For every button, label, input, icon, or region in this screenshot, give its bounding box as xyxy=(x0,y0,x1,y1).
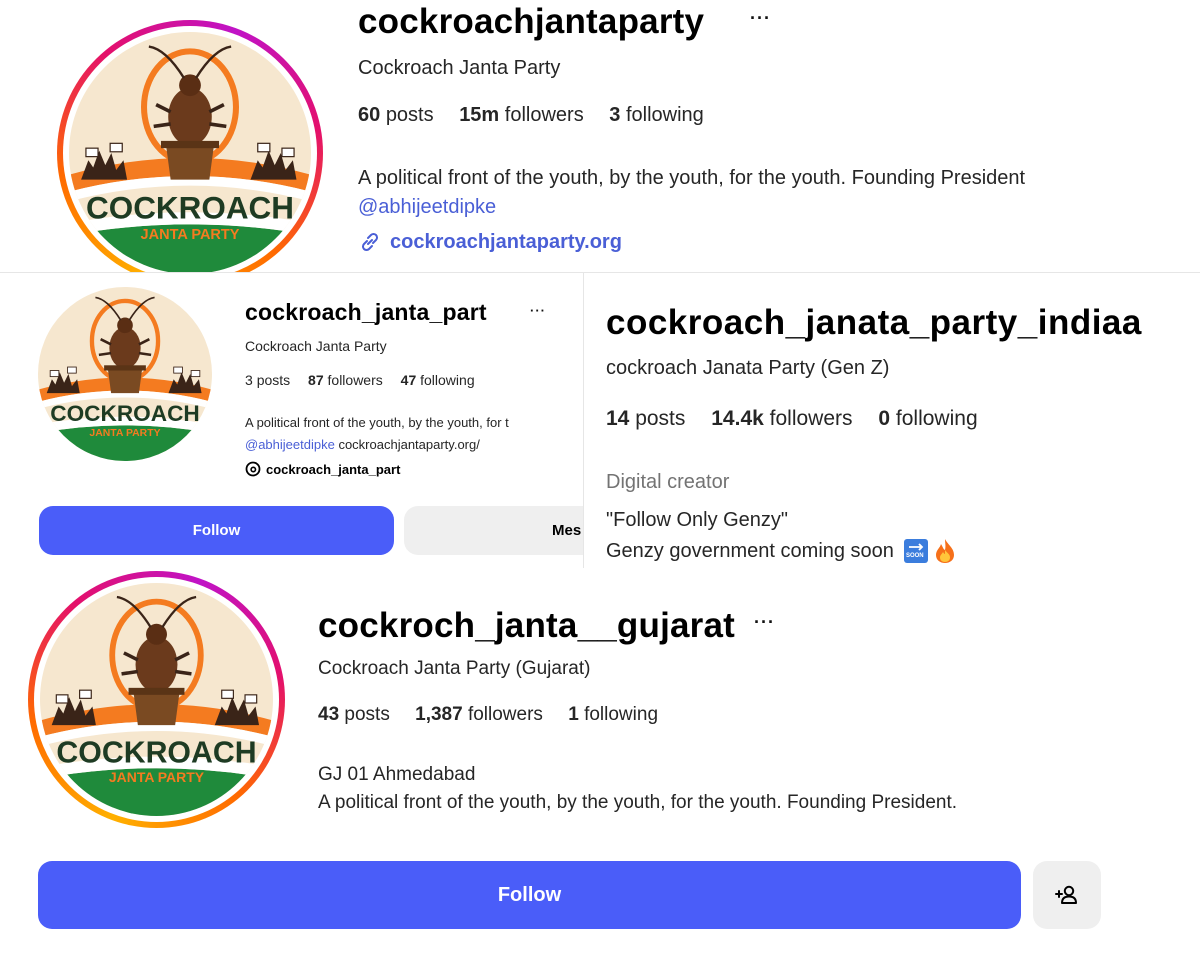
username: cockroach_janta_part xyxy=(245,299,487,325)
follow-button[interactable]: Follow xyxy=(38,861,1021,929)
profile-stats: 3 posts 87 followers 47 following xyxy=(245,372,475,388)
following-stat[interactable]: 47 following xyxy=(401,372,475,388)
followers-stat[interactable]: 14.4k followers xyxy=(711,407,852,430)
bio-line-1: GJ 01 Ahmedabad xyxy=(318,764,476,785)
followers-stat[interactable]: 87 followers xyxy=(308,372,383,388)
soon-arrow-icon: SOON xyxy=(903,539,928,563)
following-stat[interactable]: 3 following xyxy=(609,104,704,126)
logo-subtext: JANTA PARTY xyxy=(141,227,240,243)
profile-card-cockroachjantaparty: COCKROACH JANTA PARTY cockroachjantapart… xyxy=(0,0,1200,272)
bio-website-link[interactable]: cockroachjantaparty.org/ xyxy=(338,437,479,452)
bio-line-1: "Follow Only Genzy" xyxy=(606,509,789,531)
following-stat[interactable]: 0 following xyxy=(878,407,977,430)
logo-text: COCKROACH xyxy=(86,190,294,225)
avatar: COCKROACH JANTA PARTY xyxy=(40,583,273,816)
avatar-story-ring[interactable]: COCKROACH JANTA PARTY xyxy=(28,571,285,828)
logo-text: COCKROACH xyxy=(56,736,256,769)
website-text[interactable]: cockroachjantaparty.org xyxy=(390,231,622,254)
profile-stats: 43 posts 1,387 followers 1 following xyxy=(318,704,658,726)
username: cockroachjantaparty xyxy=(358,2,705,41)
add-person-icon xyxy=(1055,885,1077,904)
threads-handle[interactable]: cockroach_janta_part xyxy=(266,462,400,477)
profile-card-cockroach-janata-party-indiaa: cockroach_janata_party_indiaa cockroach … xyxy=(584,272,1200,568)
website-link[interactable]: cockroachjantaparty.org xyxy=(358,230,622,254)
more-options-icon[interactable]: ··· xyxy=(750,8,771,29)
category-label: Digital creator xyxy=(606,471,730,493)
logo-subtext: JANTA PARTY xyxy=(89,428,160,439)
followers-stat[interactable]: 15m followers xyxy=(459,104,584,126)
posts-stat: 14 posts xyxy=(606,407,686,430)
full-name: cockroach Janata Party (Gen Z) xyxy=(606,357,890,379)
avatar-story-ring[interactable]: COCKROACH JANTA PARTY xyxy=(57,20,323,272)
threads-icon xyxy=(245,461,261,477)
more-options-icon[interactable]: ··· xyxy=(530,303,546,318)
posts-stat: 60 posts xyxy=(358,104,434,126)
logo-subtext: JANTA PARTY xyxy=(109,769,205,785)
logo-text: COCKROACH xyxy=(50,401,199,426)
link-icon xyxy=(361,232,379,252)
more-options-icon[interactable]: ··· xyxy=(754,612,775,633)
fire-icon xyxy=(935,539,954,563)
avatar: COCKROACH JANTA PARTY xyxy=(69,32,311,272)
follow-button[interactable]: Follow xyxy=(39,506,394,555)
profile-card-cockroch-janta-gujarat: COCKROACH JANTA PARTY cockroch_janta__gu… xyxy=(0,568,1200,960)
bio-links-line: @abhijeetdipke cockroachjantaparty.org/ xyxy=(245,437,480,452)
bio-mention-link[interactable]: @abhijeetdipke xyxy=(358,196,496,219)
username: cockroach_janata_party_indiaa xyxy=(606,303,1142,342)
avatar[interactable]: COCKROACH JANTA PARTY xyxy=(38,287,212,461)
threads-link[interactable]: cockroach_janta_part xyxy=(245,461,400,477)
bio-line-2: Genzy government coming soon SOON xyxy=(606,538,956,564)
full-name: Cockroach Janta Party xyxy=(245,338,387,354)
message-button[interactable]: Mes xyxy=(404,506,583,555)
posts-stat: 43 posts xyxy=(318,704,390,725)
bio-text: A political front of the youth, by the y… xyxy=(245,415,509,430)
suggested-people-button[interactable] xyxy=(1033,861,1101,929)
followers-stat[interactable]: 1,387 followers xyxy=(415,704,543,725)
full-name: Cockroach Janta Party xyxy=(358,57,561,79)
bio-line-2: A political front of the youth, by the y… xyxy=(318,792,958,813)
bio-mention-link[interactable]: @abhijeetdipke xyxy=(245,437,335,452)
following-stat[interactable]: 1 following xyxy=(568,704,658,725)
username: cockroch_janta__gujarat xyxy=(318,606,735,645)
profile-card-cockroach-janta-part: COCKROACH JANTA PARTY cockroach_janta_pa… xyxy=(0,272,584,568)
profile-stats: 14 posts 14.4k followers 0 following xyxy=(606,407,978,431)
profile-stats: 60 posts 15m followers 3 following xyxy=(358,104,704,127)
full-name: Cockroach Janta Party (Gujarat) xyxy=(318,658,591,679)
posts-stat: 3 posts xyxy=(245,372,291,388)
bio-text: A political front of the youth, by the y… xyxy=(358,167,1026,189)
